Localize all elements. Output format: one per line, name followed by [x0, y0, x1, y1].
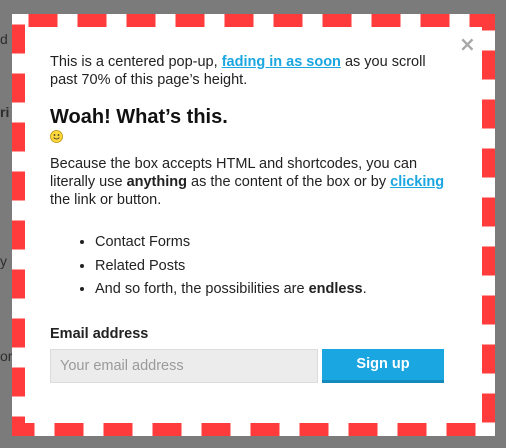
list-item-text: And so forth, the possibilities are [95, 281, 309, 297]
popup-heading: Woah! What’s this. [50, 106, 228, 128]
list-item-period: . [362, 281, 367, 297]
list-item: Contact Forms [95, 231, 450, 255]
description-middle: as the content of the box or by [186, 174, 391, 190]
list-item: Related Posts [95, 255, 450, 279]
anything-emphasis: anything [126, 174, 187, 190]
email-input[interactable] [50, 348, 318, 383]
list-item: And so forth, the possibilities are endl… [95, 278, 450, 302]
feature-list: Contact Forms Related Posts And so forth… [50, 231, 450, 302]
background-text-fragment: ri [0, 104, 10, 120]
intro-text: This is a centered pop-up, fading in as … [50, 53, 450, 89]
signup-button[interactable]: Sign up [322, 348, 444, 383]
fading-link[interactable]: fading in as soon [222, 54, 341, 70]
popup-box: × This is a centered pop-up, fading in a… [12, 14, 495, 436]
popup-content: This is a centered pop-up, fading in as … [50, 53, 450, 383]
smiley-icon [50, 130, 63, 143]
close-icon[interactable]: × [459, 34, 476, 54]
clicking-link[interactable]: clicking [390, 174, 444, 190]
endless-emphasis: endless [308, 281, 363, 297]
description-end: the link or button. [50, 192, 162, 208]
intro-text-start: This is a centered pop-up, [50, 54, 222, 70]
description-text: Because the box accepts HTML and shortco… [50, 155, 450, 209]
background-text-fragment: or [0, 348, 13, 364]
signup-form: Sign up [50, 348, 450, 383]
background-text-fragment: y [0, 253, 7, 269]
email-label: Email address [50, 325, 149, 342]
